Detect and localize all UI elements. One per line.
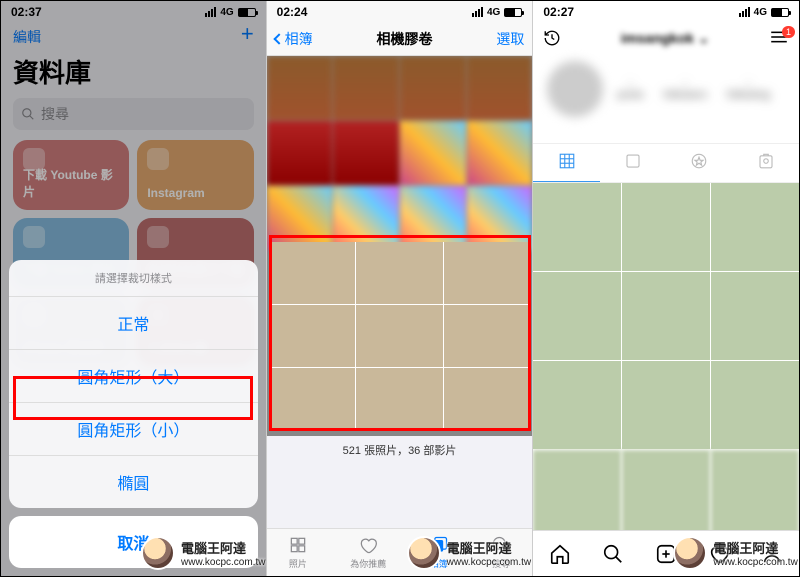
watermark: 電腦王阿達 www.kocpc.com.tw — [407, 536, 531, 570]
grid-icon — [558, 152, 576, 170]
nav-bar: 相簿 相機膠卷 選取 — [267, 23, 533, 56]
ig-post[interactable] — [711, 272, 799, 360]
watermark-avatar — [141, 536, 175, 570]
screen-photos: 02:24 4G 相簿 相機膠卷 選取 — [266, 1, 534, 576]
camera-roll[interactable] — [267, 56, 533, 436]
photos-icon — [288, 535, 308, 555]
ig-post[interactable] — [622, 450, 710, 538]
tab-photos[interactable]: 照片 — [288, 535, 308, 570]
ig-post[interactable] — [533, 183, 621, 271]
tagged-icon — [757, 152, 775, 170]
watermark-url: www.kocpc.com.tw — [713, 557, 797, 568]
tab-saved[interactable] — [666, 144, 732, 182]
select-button[interactable]: 選取 — [496, 29, 524, 49]
screen-instagram: 02:27 4G imsangkok ⌄ 1 -posts -followers… — [533, 1, 799, 576]
watermark-name: 電腦王阿達 — [181, 541, 246, 556]
nav-title: 相機膠卷 — [377, 29, 433, 49]
signal-icon — [739, 7, 750, 17]
menu-button[interactable]: 1 — [769, 30, 789, 47]
nav-search-icon[interactable] — [602, 543, 624, 565]
ig-photo-grid — [533, 183, 799, 538]
ig-post[interactable] — [622, 272, 710, 360]
tab-label: 為你推薦 — [350, 557, 386, 570]
username-dropdown[interactable]: imsangkok ⌄ — [621, 30, 710, 47]
chevron-left-icon — [273, 33, 284, 44]
sheet-title: 請選擇裁切樣式 — [9, 260, 258, 297]
battery-icon — [771, 8, 789, 17]
ig-header: imsangkok ⌄ 1 — [533, 23, 799, 53]
watermark-url: www.kocpc.com.tw — [181, 557, 265, 568]
tab-feed[interactable] — [600, 144, 666, 182]
watermark-name: 電腦王阿達 — [447, 541, 512, 556]
ig-post[interactable] — [711, 361, 799, 449]
nine-grid-preview[interactable] — [269, 242, 531, 430]
watermark: 電腦王阿達 www.kocpc.com.tw — [141, 536, 265, 570]
watermark-avatar — [673, 536, 707, 570]
screen-shortcuts: 02:37 4G 編輯 + 資料庫 搜尋 下載 Youtube 影片Instag… — [1, 1, 266, 576]
network-label: 4G — [754, 7, 767, 18]
network-label: 4G — [487, 7, 500, 18]
battery-icon — [504, 8, 522, 17]
tab-grid[interactable] — [533, 144, 599, 182]
status-bar: 02:24 4G — [267, 1, 533, 23]
photo-count-caption: 521 張照片，36 部影片 — [267, 436, 533, 464]
status-bar: 02:27 4G — [533, 1, 799, 23]
ig-post[interactable] — [622, 183, 710, 271]
sheet-option[interactable]: 橢圓 — [9, 456, 258, 508]
ig-post[interactable] — [533, 450, 621, 538]
watermark: 電腦王阿達 www.kocpc.com.tw — [673, 536, 797, 570]
tab-foryou[interactable]: 為你推薦 — [350, 535, 386, 570]
ig-content-tabs — [533, 143, 799, 183]
ig-post[interactable] — [533, 361, 621, 449]
sheet-option[interactable]: 圓角矩形（大） — [9, 350, 258, 403]
notification-badge: 1 — [782, 26, 795, 38]
status-time: 02:27 — [543, 5, 574, 19]
status-time: 02:24 — [277, 5, 308, 19]
watermark-avatar — [407, 536, 441, 570]
action-sheet: 請選擇裁切樣式 正常圓角矩形（大）圓角矩形（小）橢圓 取消 — [9, 260, 258, 568]
tab-tagged[interactable] — [733, 144, 799, 182]
stat-posts[interactable]: -posts — [617, 77, 643, 101]
sheet-option[interactable]: 圓角矩形（小） — [9, 403, 258, 456]
feed-icon — [624, 152, 642, 170]
photo-grid-blurred — [267, 56, 533, 250]
star-icon — [690, 152, 708, 170]
ig-profile-stats: -posts -followers -following — [533, 53, 799, 125]
back-button[interactable]: 相簿 — [275, 29, 313, 49]
signal-icon — [472, 7, 483, 17]
watermark-url: www.kocpc.com.tw — [447, 557, 531, 568]
tab-label: 照片 — [289, 557, 307, 570]
ig-post[interactable] — [711, 183, 799, 271]
ig-post[interactable] — [533, 272, 621, 360]
watermark-name: 電腦王阿達 — [713, 541, 778, 556]
ig-post[interactable] — [622, 361, 710, 449]
nav-home-icon[interactable] — [549, 543, 571, 565]
stat-following[interactable]: -following — [727, 77, 770, 101]
ig-post[interactable] — [711, 450, 799, 538]
stat-followers[interactable]: -followers — [664, 77, 707, 101]
archive-icon[interactable] — [543, 29, 561, 47]
sheet-option[interactable]: 正常 — [9, 297, 258, 350]
back-label: 相簿 — [285, 29, 313, 49]
avatar[interactable] — [547, 61, 603, 117]
foryou-icon — [358, 535, 378, 555]
